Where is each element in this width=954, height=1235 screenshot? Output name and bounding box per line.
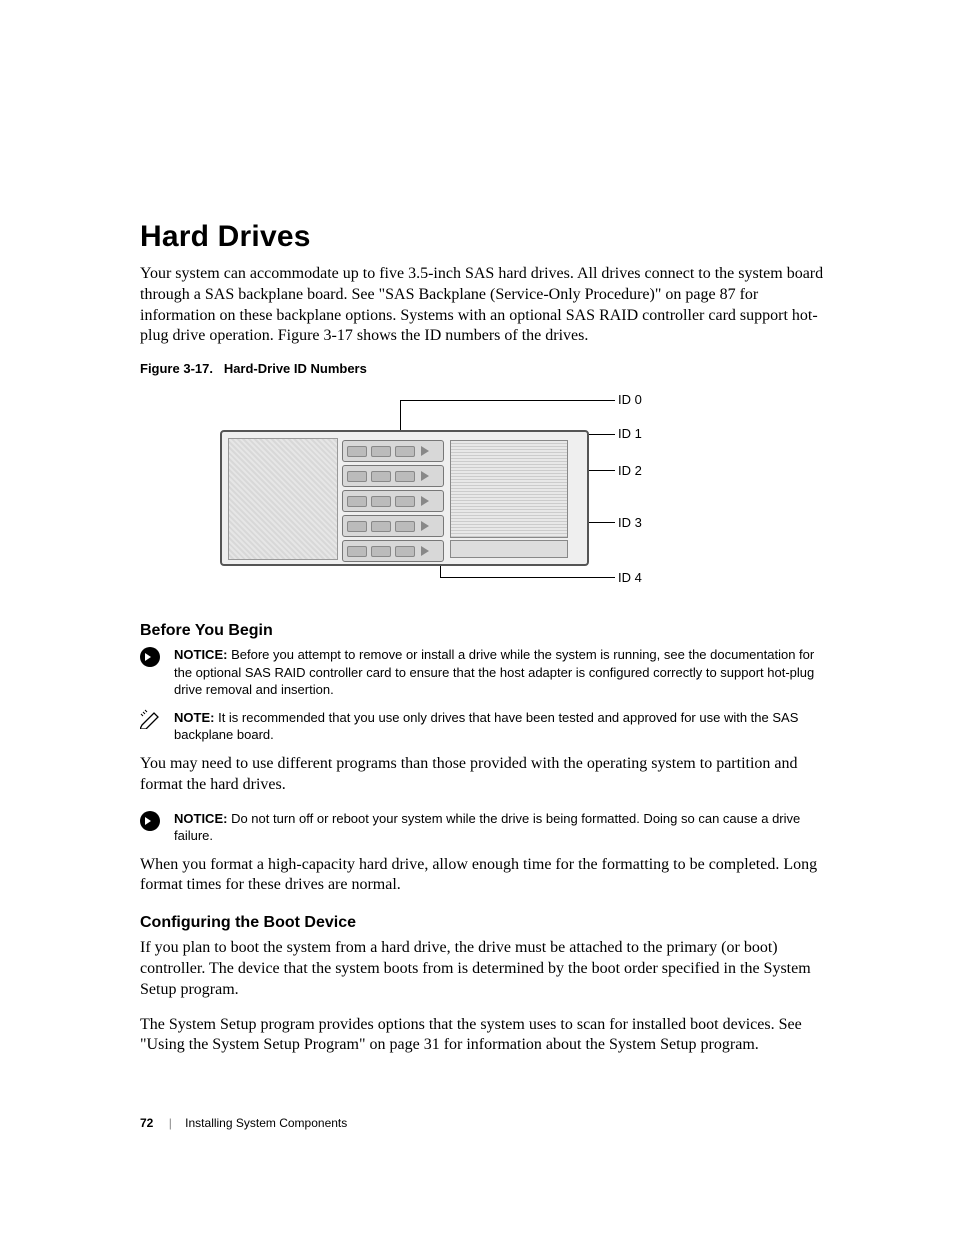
body-paragraph: You may need to use different programs t… [140, 754, 834, 796]
note-icon [140, 709, 160, 729]
drive-bay [342, 440, 444, 462]
server-chassis-illustration [220, 430, 589, 566]
drive-bay [342, 515, 444, 537]
figure-caption: Figure 3-17. Hard-Drive ID Numbers [140, 361, 834, 376]
body-paragraph: The System Setup program provides option… [140, 1015, 834, 1057]
subheading-before-you-begin: Before You Begin [140, 622, 834, 640]
figure-title: Hard-Drive ID Numbers [224, 361, 367, 376]
notice-icon [140, 647, 160, 667]
figure-diagram: ID 0 ID 1 ID 2 ID 3 ID 4 [140, 392, 834, 602]
drive-id-label: ID 2 [618, 463, 642, 478]
page-footer: 72 | Installing System Components [140, 1116, 834, 1130]
drive-id-label: ID 0 [618, 392, 642, 407]
body-paragraph: If you plan to boot the system from a ha… [140, 938, 834, 1000]
notice-text: NOTICE: Before you attempt to remove or … [174, 646, 834, 699]
figure-number: Figure 3-17. [140, 361, 213, 376]
optical-drive [450, 540, 568, 558]
chassis-grid-panel [450, 440, 568, 538]
footer-section-title: Installing System Components [185, 1116, 347, 1130]
footer-separator: | [169, 1116, 172, 1130]
page-title: Hard Drives [140, 220, 834, 254]
notice-icon [140, 811, 160, 831]
drive-bay [342, 540, 444, 562]
notice-label: NOTICE: [174, 647, 227, 662]
page-number: 72 [140, 1116, 153, 1130]
drive-bay [342, 465, 444, 487]
chassis-vent-panel [228, 438, 338, 560]
note-body: It is recommended that you use only driv… [174, 710, 798, 743]
drive-id-label: ID 1 [618, 426, 642, 441]
drive-id-label: ID 4 [618, 570, 642, 585]
notice-body: Before you attempt to remove or install … [174, 647, 814, 697]
notice-body: Do not turn off or reboot your system wh… [174, 811, 800, 844]
intro-paragraph: Your system can accommodate up to five 3… [140, 264, 834, 347]
drive-id-label: ID 3 [618, 515, 642, 530]
note-label: NOTE: [174, 710, 214, 725]
body-paragraph: When you format a high-capacity hard dri… [140, 855, 834, 897]
subheading-configuring-boot: Configuring the Boot Device [140, 914, 834, 932]
note-text: NOTE: It is recommended that you use onl… [174, 709, 834, 744]
notice-label: NOTICE: [174, 811, 227, 826]
drive-bay-stack [342, 440, 444, 565]
notice-text: NOTICE: Do not turn off or reboot your s… [174, 810, 834, 845]
drive-bay [342, 490, 444, 512]
